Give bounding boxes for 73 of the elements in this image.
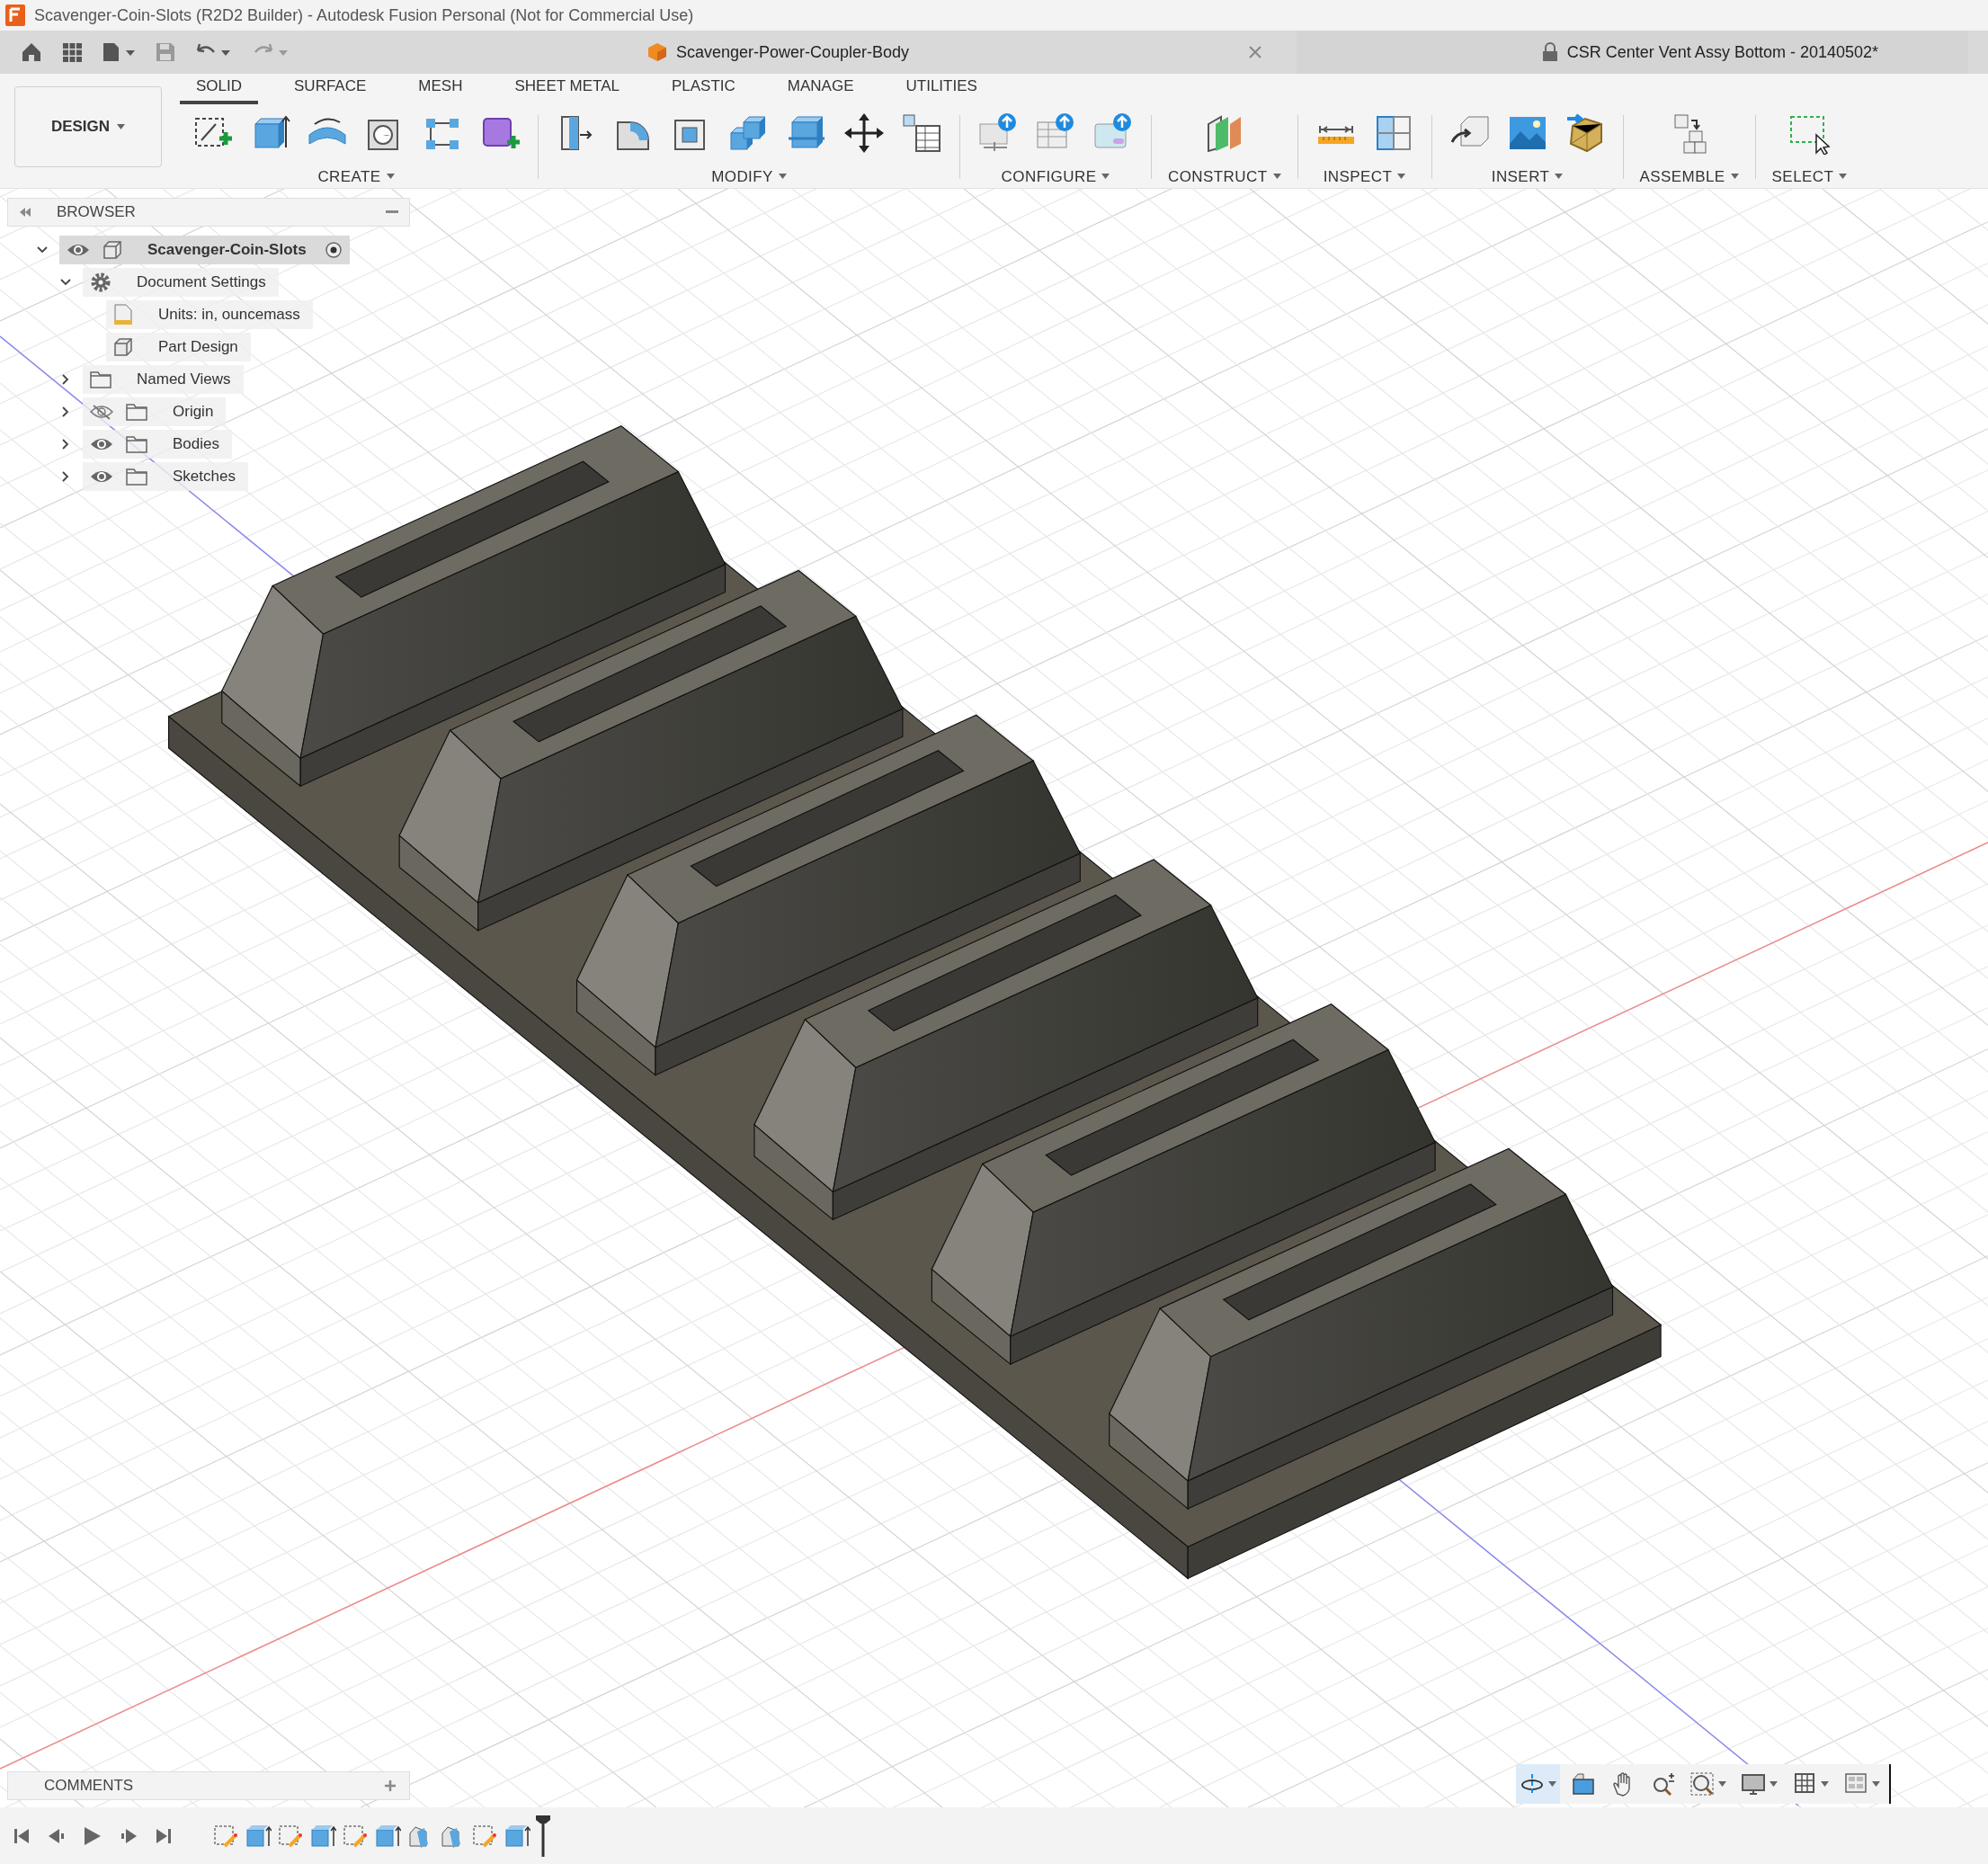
caret-icon <box>117 124 126 129</box>
caret-icon <box>1730 174 1739 180</box>
folder-icon[interactable] <box>90 370 111 388</box>
document-tab[interactable]: CSR Center Vent Assy Bottom - 20140502* <box>1297 31 1968 74</box>
caret-icon <box>1272 174 1281 180</box>
caret-icon <box>1397 174 1406 180</box>
home-icon[interactable] <box>20 40 43 64</box>
caret-icon <box>1548 1781 1556 1787</box>
document-tab-label: Scavenger-Power-Coupler-Body <box>676 41 910 63</box>
play-icon[interactable] <box>85 1825 101 1846</box>
browser-tree-item[interactable]: Bodies <box>83 430 232 459</box>
step-back-icon[interactable] <box>49 1827 65 1844</box>
look-at-icon[interactable] <box>1571 1770 1596 1797</box>
toolbar-tab[interactable]: SHEET METAL <box>498 75 636 104</box>
gear-icon[interactable] <box>90 272 111 293</box>
browser-tree-item[interactable]: Document Settings <box>83 268 279 297</box>
tool-group-menu[interactable]: INSPECT <box>1323 165 1406 188</box>
cube-icon[interactable] <box>647 42 667 62</box>
caret-icon <box>1821 1781 1829 1787</box>
toolbar-tab[interactable]: MESH <box>402 75 479 104</box>
tool-group-menu[interactable]: CONFIGURE <box>1001 165 1110 188</box>
caret-icon <box>1101 174 1110 180</box>
workspace-dropdown[interactable]: DESIGN <box>14 86 162 167</box>
toolbar-tab[interactable]: UTILITIES <box>889 75 994 104</box>
skip-to-end-icon[interactable] <box>156 1827 171 1844</box>
eye-icon[interactable] <box>67 243 90 257</box>
comments-title: COMMENTS <box>44 1776 135 1797</box>
app-grid-icon[interactable] <box>61 41 83 63</box>
tool-group-menu[interactable]: SELECT <box>1771 165 1848 188</box>
body-cube-icon[interactable] <box>113 337 133 357</box>
toolbar-tab[interactable]: SURFACE <box>278 75 383 104</box>
zoom-window-icon[interactable] <box>1689 1770 1715 1797</box>
browser-tree-item[interactable]: Scavenger-Coin-Slots <box>59 236 350 264</box>
eye-icon[interactable] <box>90 469 113 484</box>
toolbar-tab[interactable]: SOLID <box>180 75 259 104</box>
caret-icon <box>1872 1781 1880 1787</box>
body-cube-icon[interactable] <box>103 240 122 260</box>
caret-icon <box>1718 1781 1726 1787</box>
caret-icon <box>1839 174 1848 180</box>
tool-group-menu[interactable]: CONSTRUCT <box>1168 165 1281 188</box>
browser-tree-item[interactable]: Units: in, ouncemass <box>106 300 313 329</box>
tool-group-menu[interactable]: INSERT <box>1491 165 1564 188</box>
caret-icon <box>1555 174 1564 180</box>
folder-icon[interactable] <box>126 403 147 421</box>
eye-icon[interactable] <box>90 437 113 451</box>
tool-group-menu[interactable]: CREATE <box>317 165 395 188</box>
step-forward-icon[interactable] <box>120 1827 137 1844</box>
skip-to-start-icon[interactable] <box>14 1827 29 1844</box>
add-icon[interactable] <box>384 1779 397 1792</box>
folder-icon[interactable] <box>126 468 147 486</box>
minimize-icon[interactable] <box>386 210 398 214</box>
tool-group-menu[interactable]: ASSEMBLE <box>1639 165 1739 188</box>
collapse-panel-icon[interactable] <box>19 207 31 218</box>
browser-tree-item[interactable]: Part Design <box>106 333 251 361</box>
document-tab-label: CSR Center Vent Assy Bottom - 20140502* <box>1566 41 1878 63</box>
folder-icon[interactable] <box>126 435 147 453</box>
timeline-marker-icon[interactable] <box>536 1815 550 1857</box>
hidden-eye-icon[interactable] <box>90 404 113 420</box>
active-radio-icon[interactable] <box>324 241 343 259</box>
window-title: Scavenger-Coin-Slots (R2D2 Builder) - Autodesk Fusion Personal (Not for Commercial Use) <box>34 4 694 26</box>
toolbar-tab[interactable]: PLASTIC <box>655 75 752 104</box>
caret-icon <box>386 174 395 180</box>
caret-icon <box>778 174 787 180</box>
tool-group-menu[interactable]: MODIFY <box>711 165 787 188</box>
toolbar-tab[interactable]: MANAGE <box>771 75 870 104</box>
app-logo-icon <box>5 4 25 26</box>
browser-tree-item[interactable]: Origin <box>83 397 227 426</box>
file-menu-icon[interactable] <box>101 41 137 63</box>
browser-tree-item[interactable]: Named Views <box>83 365 244 394</box>
browser-title: BROWSER <box>57 202 137 223</box>
lock-icon[interactable] <box>1541 42 1558 62</box>
caret-icon <box>1770 1781 1778 1787</box>
browser-tree-item[interactable]: Sketches <box>83 462 248 491</box>
